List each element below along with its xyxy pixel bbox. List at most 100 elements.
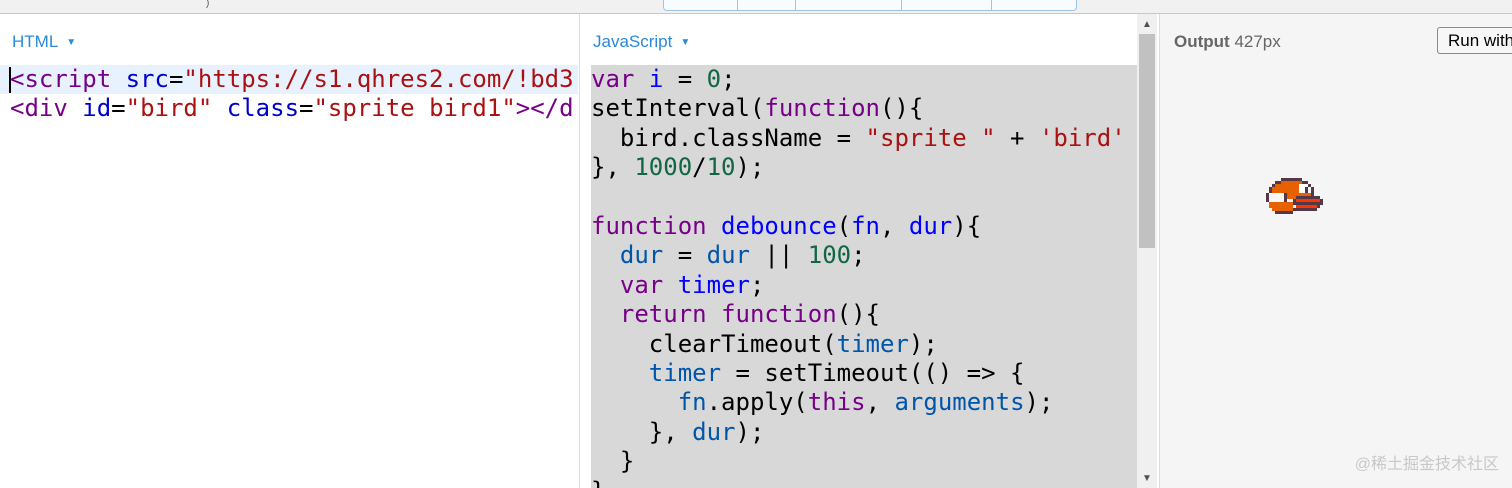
view-toggle-5[interactable]: [991, 0, 1076, 10]
view-toggle-3[interactable]: [795, 0, 900, 10]
run-with-js-button[interactable]: Run with JS: [1437, 27, 1512, 54]
html-code-editor[interactable]: <script src="https://s1.qhres2.com/!bd3 <…: [10, 65, 574, 124]
code-token: );: [1024, 388, 1054, 417]
flappy-bird-sprite: [1266, 178, 1326, 225]
code-line: return function(){: [591, 300, 1126, 329]
code-line: <div id="bird" class="sprite bird1"></d: [10, 94, 574, 123]
code-token: var: [591, 65, 635, 93]
code-token: timer: [677, 270, 750, 299]
code-token: fn: [851, 212, 880, 241]
code-token: ,: [880, 212, 909, 241]
code-token: /: [692, 153, 707, 182]
html-pane-label: HTML: [12, 32, 59, 51]
code-line: }, dur);: [591, 418, 1126, 447]
code-token: 0: [706, 65, 722, 93]
code-token: }: [591, 447, 635, 476]
code-token: arguments: [894, 388, 1025, 417]
view-toggle-2[interactable]: [736, 0, 796, 10]
code-token: ></d: [515, 94, 574, 123]
code-token: this: [807, 388, 866, 417]
code-token: return: [619, 300, 707, 329]
code-line: bird.className = "sprite " + 'bird': [591, 124, 1126, 153]
code-token: "bird": [125, 94, 213, 123]
output-label: Output: [1174, 32, 1230, 51]
code-token: timer: [836, 329, 909, 358]
js-pane-language-selector[interactable]: JavaScript ▼: [593, 32, 690, 52]
output-width: 427px: [1234, 32, 1281, 51]
code-line: }: [591, 447, 1126, 476]
scroll-down-arrow-icon[interactable]: ▼: [1142, 474, 1152, 484]
code-token: "sprite ": [865, 123, 996, 152]
code-token: "https://s1.qhres2.com/!bd3: [183, 65, 574, 93]
chevron-down-icon: ▼: [680, 36, 691, 48]
code-token: function: [591, 212, 707, 241]
javascript-pane: JavaScript ▼ var i = 0; setInterval(funct…: [579, 14, 1159, 488]
code-token: class: [226, 94, 300, 123]
code-token: var: [619, 270, 664, 299]
code-token: =: [663, 65, 707, 93]
code-token: =: [168, 65, 184, 93]
code-token: = setTimeout(() => {: [721, 359, 1025, 388]
code-line: <script src="https://s1.qhres2.com/!bd3: [10, 65, 574, 94]
code-line: setInterval(function(){: [591, 94, 1126, 123]
js-vertical-scrollbar[interactable]: ▲ ▼: [1137, 14, 1157, 488]
code-token: dur: [706, 241, 750, 270]
view-toggle-group[interactable]: [663, 0, 1077, 11]
code-token: ;: [851, 241, 866, 270]
code-token: dur: [619, 241, 664, 270]
code-token: <: [10, 65, 25, 93]
code-line: clearTimeout(timer);: [591, 330, 1126, 359]
scroll-thumb[interactable]: [1139, 34, 1155, 248]
code-token: =: [299, 94, 314, 123]
code-token: =: [111, 94, 126, 123]
code-token: (){: [879, 94, 924, 123]
code-token: fn: [677, 388, 707, 417]
code-token: 1000: [634, 153, 693, 182]
code-token: dur: [908, 212, 953, 241]
code-token: "sprite bird1": [313, 94, 516, 123]
code-token: );: [908, 329, 938, 358]
output-header: Output 427px: [1174, 32, 1281, 52]
watermark: @稀土掘金技术社区: [1354, 456, 1499, 473]
code-token: i: [648, 65, 664, 93]
code-token: =: [663, 241, 707, 270]
code-token: function: [764, 94, 880, 123]
code-token: clearTimeout(: [591, 329, 837, 358]
code-line: var timer;: [591, 271, 1126, 300]
js-code-editor[interactable]: var i = 0; setInterval(function(){ bird.c…: [591, 65, 1126, 488]
code-token: 100: [807, 241, 852, 270]
code-line: var i = 0;: [591, 65, 1126, 94]
code-line: dur = dur || 100;: [591, 241, 1126, 270]
code-token: ,: [865, 388, 895, 417]
code-token: <: [10, 94, 25, 123]
code-token: },: [591, 417, 693, 446]
bird-icon: [1266, 178, 1323, 214]
code-token: 'bird': [1038, 123, 1126, 152]
scroll-up-arrow-icon[interactable]: ▲: [1142, 20, 1152, 30]
code-token: src: [125, 65, 169, 93]
code-token: );: [735, 417, 765, 446]
code-token: dur: [692, 417, 736, 446]
view-toggle-4[interactable]: [900, 0, 992, 10]
code-line: timer = setTimeout(() => {: [591, 359, 1126, 388]
top-bar: ): [0, 0, 1512, 14]
code-token: script: [24, 65, 112, 93]
code-line: fn.apply(this, arguments);: [591, 388, 1126, 417]
code-token: .apply(: [706, 388, 808, 417]
code-token: ;: [721, 65, 736, 93]
code-token: (){: [836, 300, 881, 329]
code-token: id: [82, 94, 112, 123]
code-token: debounce: [721, 212, 837, 241]
html-pane-language-selector[interactable]: HTML ▼: [12, 32, 76, 52]
code-token: function: [721, 300, 837, 329]
view-toggle-1[interactable]: [664, 0, 737, 10]
code-token: div: [24, 94, 68, 123]
code-line: function debounce(fn, dur){: [591, 212, 1126, 241]
